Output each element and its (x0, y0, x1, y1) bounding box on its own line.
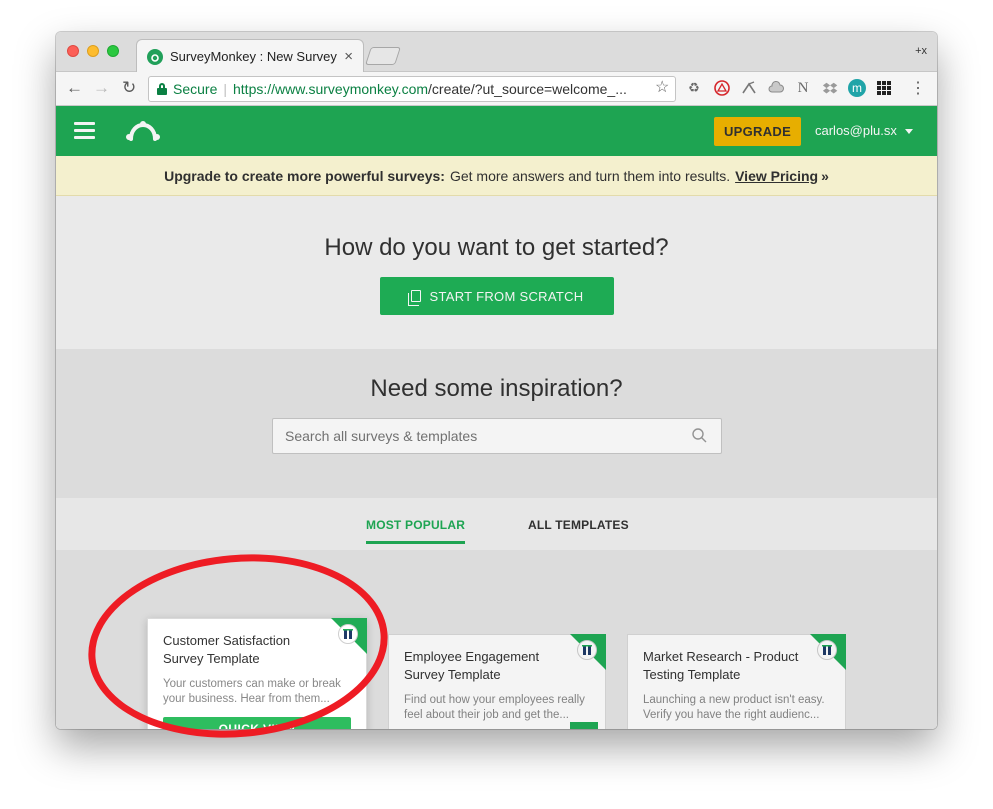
zoom-window-button[interactable] (107, 45, 119, 57)
tab-most-popular[interactable]: MOST POPULAR (366, 518, 466, 544)
view-pricing-link[interactable]: View Pricing (735, 168, 818, 184)
minimize-window-button[interactable] (87, 45, 99, 57)
banner-text: Get more answers and turn them into resu… (449, 167, 731, 184)
grid-icon[interactable] (875, 79, 893, 97)
url-host: https://www.surveymonkey.com (233, 81, 429, 97)
browser-tab[interactable]: SurveyMonkey : New Survey × (136, 39, 364, 73)
upgrade-button[interactable]: UPGRADE (714, 117, 801, 146)
document-icon (407, 290, 421, 306)
url-path: /create/?ut_source=welcome_... (428, 81, 627, 97)
upgrade-banner: Upgrade to create more powerful surveys:… (56, 156, 937, 196)
surveymonkey-logo-icon[interactable] (125, 117, 161, 143)
cloud-icon[interactable] (767, 79, 785, 97)
n-ext-icon[interactable]: N (794, 79, 812, 97)
new-tab-button[interactable] (365, 47, 401, 65)
search-icon[interactable] (692, 428, 707, 443)
inspiration-section: Need some inspiration? (56, 349, 937, 498)
start-from-scratch-button[interactable]: START FROM SCRATCH (380, 277, 614, 315)
arrow-ext-icon[interactable] (740, 79, 758, 97)
secure-label: Secure (173, 81, 218, 97)
quick-view-button[interactable]: QUICK VIEW (163, 717, 351, 729)
template-badge-icon (338, 624, 358, 644)
template-card-employee-engagement[interactable]: Employee Engagement Survey Template Find… (388, 634, 606, 729)
hamburger-menu-icon[interactable] (74, 122, 95, 139)
start-from-scratch-label: START FROM SCRATCH (429, 288, 584, 304)
browser-toolbar: ← → ↻ Secure | https://www.surveymonkey.… (56, 72, 937, 106)
card-title: Employee Engagement Survey Template (404, 649, 540, 682)
close-window-button[interactable] (67, 45, 79, 57)
kebab-menu-icon[interactable]: ⋮ (909, 79, 927, 97)
address-bar[interactable]: Secure | https://www.surveymonkey.com /c… (148, 76, 676, 102)
forward-arrow-icon[interactable]: → (93, 79, 110, 97)
template-badge-icon (577, 640, 597, 660)
dropbox-icon[interactable] (821, 79, 839, 97)
card-description: Find out how your employees really feel … (404, 694, 585, 721)
back-arrow-icon[interactable]: ← (66, 79, 83, 97)
card-description: Launching a new product isn't easy. Veri… (643, 694, 825, 721)
browser-window: SurveyMonkey : New Survey × +x ← → ↻ Sec… (56, 32, 937, 729)
account-email: carlos@plu.sx (815, 123, 897, 138)
bookmark-star-icon[interactable]: ☆ (655, 77, 669, 97)
acrobat-icon[interactable] (713, 79, 731, 97)
template-search-input[interactable] (273, 419, 721, 453)
recycle-icon[interactable]: ♻ (685, 79, 703, 97)
template-tabs: MOST POPULAR ALL TEMPLATES (56, 498, 937, 550)
address-separator: | (223, 81, 227, 97)
tab-all-templates[interactable]: ALL TEMPLATES (528, 518, 629, 532)
surveymonkey-header: UPGRADE carlos@plu.sx (56, 106, 937, 156)
new-tab-hint: +x (915, 45, 927, 57)
template-card-customer-satisfaction[interactable]: Customer Satisfaction Survey Template Yo… (147, 618, 367, 729)
chevron-down-icon (904, 129, 913, 135)
tab-title: SurveyMonkey : New Survey (170, 49, 337, 64)
start-heading: How do you want to get started? (324, 234, 669, 261)
reload-icon[interactable]: ↻ (122, 79, 136, 97)
tab-strip: SurveyMonkey : New Survey × +x (56, 32, 937, 73)
inspiration-heading: Need some inspiration? (370, 375, 623, 402)
template-badge-icon (817, 640, 837, 660)
view-pricing-arrow: » (821, 167, 829, 184)
tab-close-icon[interactable]: × (344, 48, 353, 65)
banner-bold-text: Upgrade to create more powerful surveys: (164, 167, 445, 184)
m-avatar-icon[interactable]: m (848, 79, 866, 97)
card-title: Customer Satisfaction Survey Template (163, 633, 291, 666)
template-card-market-research[interactable]: Market Research - Product Testing Templa… (627, 634, 846, 729)
page-viewport: UPGRADE carlos@plu.sx Upgrade to create … (56, 106, 937, 729)
template-search (272, 418, 722, 454)
card-title: Market Research - Product Testing Templa… (643, 649, 799, 682)
next-row-ribbon (570, 722, 598, 729)
card-description: Your customers can make or break your bu… (163, 678, 341, 705)
account-menu[interactable]: carlos@plu.sx (815, 123, 913, 138)
start-section: How do you want to get started? START FR… (56, 196, 937, 349)
lock-icon (157, 83, 167, 95)
surveymonkey-favicon-icon (147, 48, 163, 65)
